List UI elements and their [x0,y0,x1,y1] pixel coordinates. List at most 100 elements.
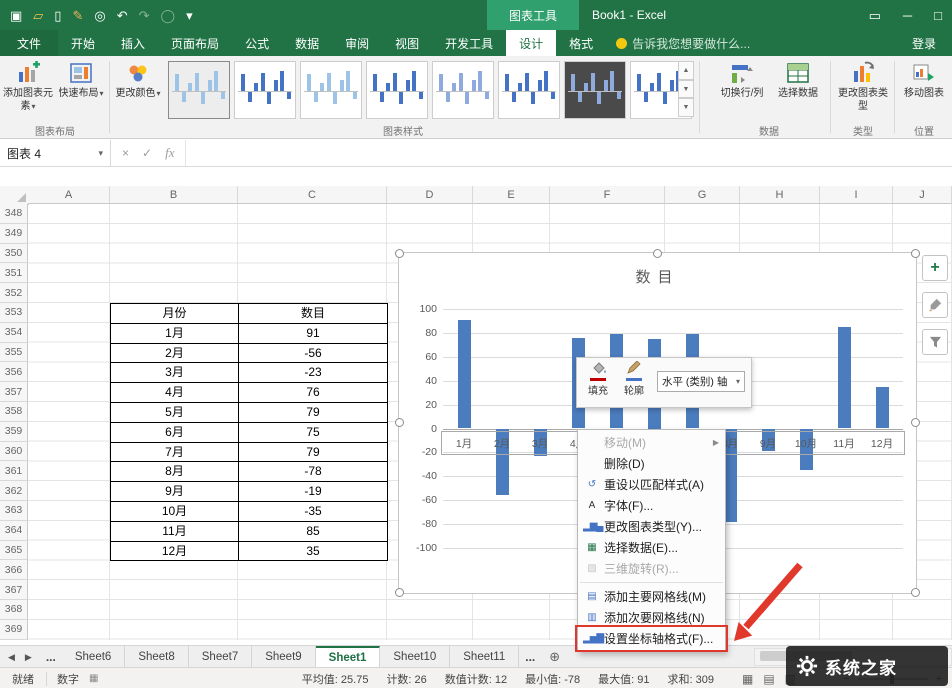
chart-styles-button[interactable] [922,292,948,318]
table-cell[interactable]: 76 [239,383,388,403]
table-cell[interactable]: 35 [239,542,388,562]
normal-view-icon[interactable]: ▦ [742,672,753,686]
name-box-dropdown-icon[interactable]: ▾ [98,148,103,159]
table-cell[interactable]: 1月 [111,324,239,344]
chart-style-thumbnail[interactable] [564,61,626,119]
sheet-tab[interactable]: Sheet8 [125,646,188,668]
save-icon[interactable]: ▣ [10,9,22,22]
context-menu-item[interactable]: A字体(F)... [578,495,725,516]
chart-selection-handle[interactable] [395,588,404,597]
row-header[interactable]: 368 [0,600,28,620]
table-cell[interactable]: -35 [239,502,388,522]
row-header[interactable]: 353 [0,303,28,323]
column-header[interactable]: E [473,186,550,204]
chart-bar[interactable] [838,327,851,429]
row-header[interactable]: 349 [0,224,28,244]
sheet-tab[interactable]: Sheet7 [189,646,252,668]
chart-style-thumbnail[interactable] [498,61,560,119]
row-header[interactable]: 354 [0,323,28,343]
row-header[interactable]: 365 [0,541,28,561]
row-header[interactable]: 366 [0,560,28,580]
table-cell[interactable]: 2月 [111,344,239,364]
row-header[interactable]: 363 [0,501,28,521]
column-header[interactable]: J [893,186,952,204]
ribbon-tab[interactable]: 开发工具 [432,30,506,56]
x-axis-label[interactable]: 3月 [532,436,548,451]
context-menu-item[interactable]: ▤添加主要网格线(M) [578,586,725,607]
chart-selection-handle[interactable] [395,418,404,427]
row-header[interactable]: 348 [0,204,28,224]
sheet-tab[interactable]: Sheet6 [62,646,125,668]
open-icon[interactable]: ▱ [33,9,43,22]
chart-filters-button[interactable] [922,329,948,355]
x-axis-label[interactable]: 2月 [494,436,510,451]
context-menu-item[interactable]: ▥添加次要网格线(N) [578,607,725,628]
row-header[interactable]: 367 [0,580,28,600]
chart-title[interactable]: 数目 [399,266,916,287]
undo-icon[interactable]: ↶ [117,9,128,22]
row-header[interactable]: 359 [0,422,28,442]
ribbon-tab[interactable]: 插入 [108,30,158,56]
ribbon-tab[interactable]: 开始 [58,30,108,56]
ribbon-tab[interactable]: 数据 [282,30,332,56]
table-cell[interactable]: 8月 [111,462,239,482]
context-menu-item[interactable]: ▂▅▇设置坐标轴格式(F)... [578,628,725,649]
table-cell[interactable]: 5月 [111,403,239,423]
row-header[interactable]: 358 [0,402,28,422]
ribbon-tab[interactable]: 公式 [232,30,282,56]
sheet-overflow-left[interactable]: ... [40,646,62,668]
sheet-tab[interactable]: Sheet10 [380,646,450,668]
minimize-icon[interactable]: ─ [903,9,912,22]
sheet-tab[interactable]: Sheet9 [252,646,315,668]
column-header[interactable]: H [740,186,820,204]
x-axis-label[interactable]: 10月 [795,436,817,451]
page-layout-view-icon[interactable]: ▤ [763,672,774,686]
sheet-overflow-right[interactable]: ... [519,646,541,668]
insert-function-icon[interactable]: fx [165,145,174,161]
chart-style-thumbnail[interactable] [234,61,296,119]
chart-style-thumbnail[interactable] [168,61,230,119]
row-header[interactable]: 361 [0,461,28,481]
ribbon-tab[interactable]: 视图 [382,30,432,56]
table-cell[interactable]: -23 [239,363,388,383]
row-header[interactable]: 360 [0,442,28,462]
change-chart-type-button[interactable]: 更改图表类型 [836,59,890,113]
row-header[interactable]: 357 [0,382,28,402]
qat-menu-icon[interactable]: ▾ [186,9,193,22]
tell-me-box[interactable]: 告诉我您想要做什么... [606,30,760,56]
row-header[interactable]: 351 [0,263,28,283]
chart-element-dropdown[interactable]: 水平 (类别) 轴 ▾ [657,371,745,392]
context-menu-item[interactable]: ▂▆▄更改图表类型(Y)... [578,516,725,537]
chart-style-thumbnail[interactable] [366,61,428,119]
sign-in-button[interactable]: 登录 [912,30,952,56]
column-header[interactable]: F [550,186,665,204]
context-menu-item[interactable]: 删除(D) [578,453,725,474]
ribbon-tab[interactable]: 格式 [556,30,606,56]
table-cell[interactable]: 3月 [111,363,239,383]
row-header[interactable]: 362 [0,481,28,501]
gallery-more-icon[interactable]: ▼ [678,98,694,117]
table-cell[interactable]: 10月 [111,502,239,522]
ribbon-tab[interactable]: 设计 [506,30,556,56]
table-cell[interactable]: 12月 [111,542,239,562]
table-cell[interactable]: 11月 [111,522,239,542]
row-header[interactable]: 364 [0,521,28,541]
sheet-tab[interactable]: Sheet1 [316,646,381,668]
add-sheet-icon[interactable]: ⊕ [541,646,568,668]
ribbon-tab[interactable]: 审阅 [332,30,382,56]
fill-color-button[interactable]: 填充 [582,361,614,397]
x-axis-label[interactable]: 1月 [456,436,472,451]
table-cell[interactable]: -56 [239,344,388,364]
chart-selection-handle[interactable] [911,249,920,258]
chart-style-thumbnail[interactable] [432,61,494,119]
record-icon[interactable]: ◯ [161,9,176,22]
sheet-nav-left-icon[interactable]: ◀ [8,652,15,663]
column-header[interactable]: D [387,186,473,204]
chart-bar[interactable] [876,387,889,429]
change-colors-button[interactable]: 更改颜色 [112,59,164,100]
table-cell[interactable]: 4月 [111,383,239,403]
ribbon-tab[interactable]: 页面布局 [158,30,232,56]
new-doc-icon[interactable]: ▯ [54,9,61,22]
search-icon[interactable]: ◎ [94,9,105,22]
select-data-button[interactable]: 选择数据 [772,59,824,100]
